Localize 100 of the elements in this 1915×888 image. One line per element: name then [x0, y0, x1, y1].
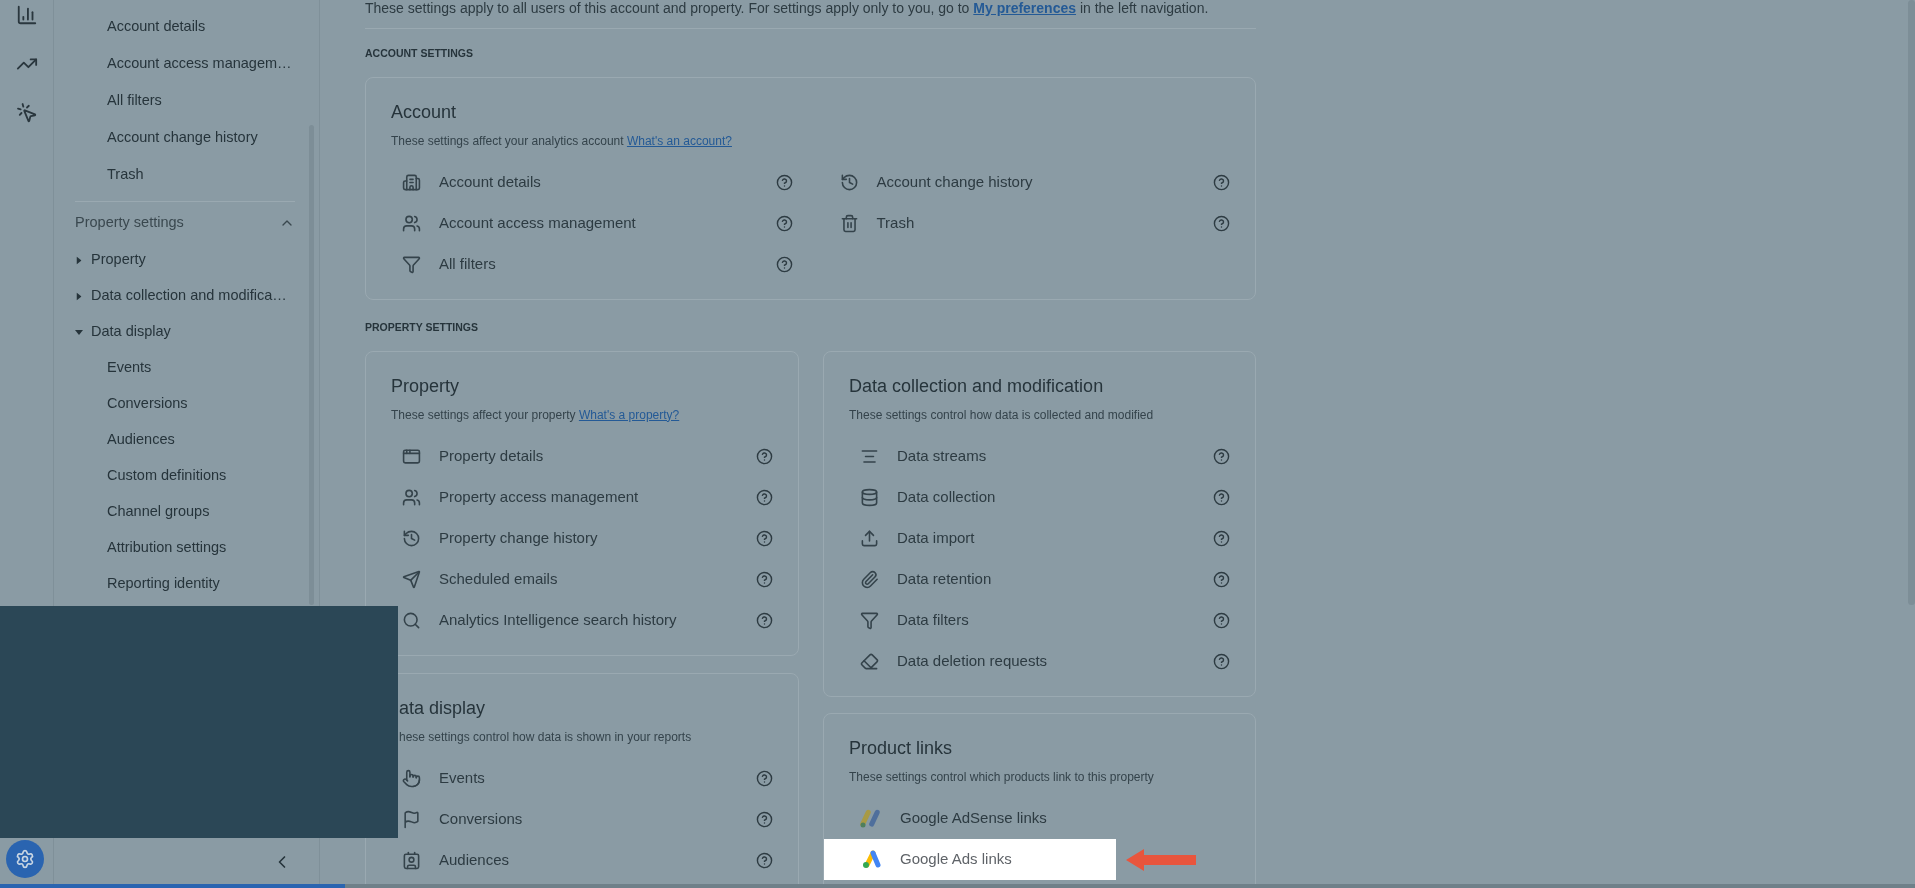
- setting-link[interactable]: Data deletion requests: [897, 649, 1213, 673]
- setting-link[interactable]: Account details: [439, 171, 776, 194]
- nav-group[interactable]: Data collection and modifica…: [67, 278, 319, 314]
- help-icon[interactable]: [756, 529, 773, 547]
- database-icon: [860, 487, 879, 507]
- caret-icon: [76, 292, 82, 300]
- setting-link[interactable]: Account access management: [439, 212, 776, 235]
- help-icon[interactable]: [1213, 447, 1230, 465]
- paperclip-icon: [860, 569, 879, 589]
- send-icon: [402, 569, 421, 589]
- setting-link[interactable]: Property access management: [439, 485, 756, 509]
- help-icon[interactable]: [756, 447, 773, 465]
- nav-item[interactable]: Custom definitions: [107, 458, 319, 494]
- window-icon: [402, 446, 421, 466]
- intro-text: These settings apply to all users of this account and property. For settings apply only to you, go to My preferences in the left navigation.: [365, 0, 1210, 16]
- setting-link[interactable]: Property change history: [439, 526, 756, 550]
- setting-link[interactable]: Scheduled emails: [439, 567, 756, 591]
- help-icon[interactable]: [1213, 652, 1230, 670]
- card-title: ata display: [398, 696, 487, 720]
- help-icon[interactable]: [775, 214, 793, 232]
- settings-icon: [15, 849, 35, 869]
- setting-link[interactable]: Events: [439, 766, 756, 790]
- setting-link[interactable]: Trash: [876, 212, 1213, 235]
- help-icon[interactable]: [1213, 611, 1230, 629]
- caret-icon: [76, 256, 82, 264]
- setting-link[interactable]: Property details: [439, 444, 756, 468]
- history-icon: [839, 172, 859, 192]
- cursor-click-icon[interactable]: [15, 102, 38, 124]
- flag-icon: [402, 809, 421, 829]
- nav-item[interactable]: Attribution settings: [107, 530, 319, 566]
- help-icon[interactable]: [1213, 214, 1230, 232]
- filter-icon: [860, 610, 879, 630]
- help-icon[interactable]: [1213, 488, 1230, 506]
- help-icon[interactable]: [756, 810, 773, 828]
- filter-icon: [402, 254, 421, 274]
- setting-link[interactable]: All filters: [439, 253, 776, 276]
- upload-icon: [860, 528, 879, 548]
- product-link[interactable]: Google Ads links: [900, 847, 1012, 871]
- nav-group[interactable]: Data display: [67, 314, 319, 350]
- setting-link[interactable]: Data import: [897, 526, 1213, 550]
- help-icon[interactable]: [756, 851, 773, 869]
- help-icon[interactable]: [756, 611, 773, 629]
- card-title: Data collection and modification: [849, 374, 1105, 398]
- help-icon[interactable]: [756, 570, 773, 588]
- bar-chart-icon[interactable]: [15, 4, 38, 26]
- section-heading: PROPERTY SETTINGS: [365, 319, 479, 335]
- section-heading: ACCOUNT SETTINGS: [365, 46, 474, 61]
- trash-icon: [839, 213, 859, 233]
- help-icon[interactable]: [1213, 173, 1230, 191]
- help-icon[interactable]: [775, 173, 793, 191]
- nav-item[interactable]: Events: [107, 350, 319, 386]
- people-icon: [402, 213, 421, 233]
- nav-item[interactable]: Conversions: [107, 386, 319, 422]
- nav-item[interactable]: All filters: [107, 82, 319, 119]
- nav-item[interactable]: Reporting identity: [107, 566, 319, 602]
- eraser-icon: [860, 651, 879, 671]
- setting-link[interactable]: Conversions: [439, 807, 756, 831]
- scrollbar[interactable]: [309, 125, 314, 605]
- setting-link[interactable]: Data filters: [897, 608, 1213, 632]
- link-row[interactable]: Google AdSense links: [824, 797, 1116, 839]
- nav-group[interactable]: Property: [67, 242, 319, 278]
- card-description: hese settings control how data is shown in your reports: [398, 728, 693, 746]
- nav-item[interactable]: Account details: [107, 8, 319, 45]
- help-icon[interactable]: [756, 488, 773, 506]
- setting-link[interactable]: Data collection: [897, 485, 1213, 509]
- setting-link[interactable]: Audiences: [439, 848, 756, 872]
- building-icon: [402, 172, 421, 192]
- product-link[interactable]: Google AdSense links: [900, 806, 1047, 830]
- highlighted-row[interactable]: Google Ads links: [824, 838, 1116, 880]
- setting-link[interactable]: Analytics Intelligence search history: [439, 608, 756, 632]
- nav-item[interactable]: Account access managem…: [107, 45, 319, 82]
- card-title: Product links: [849, 736, 954, 760]
- card-description: These settings affect your analytics account What's an account?: [391, 132, 733, 150]
- card-title: Property: [391, 374, 461, 398]
- settings-button[interactable]: [6, 840, 44, 878]
- help-icon[interactable]: [756, 769, 773, 787]
- triangle-logo-icon: [860, 849, 882, 869]
- help-link[interactable]: What's a property?: [578, 407, 680, 422]
- pointer-arrow: [1126, 848, 1196, 871]
- setting-link[interactable]: Data retention: [897, 567, 1213, 591]
- help-link[interactable]: What's an account?: [626, 133, 732, 148]
- help-icon[interactable]: [1213, 570, 1230, 588]
- nav-item[interactable]: Channel groups: [107, 494, 319, 530]
- help-icon[interactable]: [1213, 529, 1230, 547]
- setting-link[interactable]: Data streams: [897, 444, 1213, 468]
- nav-item[interactable]: Audiences: [107, 422, 319, 458]
- search-icon: [402, 610, 421, 630]
- card-title: Account: [391, 100, 458, 124]
- caret-icon: [75, 329, 83, 335]
- nav-item[interactable]: Trash: [107, 156, 319, 193]
- preferences-link[interactable]: My preferences: [973, 0, 1076, 16]
- nav-item[interactable]: Account change history: [107, 119, 319, 156]
- setting-link[interactable]: Account change history: [876, 171, 1213, 194]
- help-icon[interactable]: [775, 255, 793, 273]
- history-icon: [402, 528, 421, 548]
- hand-pointer-icon: [402, 768, 421, 788]
- section-header[interactable]: Property settings: [75, 204, 295, 242]
- card-description: These settings control which products link to this property: [849, 768, 1155, 786]
- bars-logo-icon: [860, 808, 882, 828]
- people-icon: [402, 487, 421, 507]
